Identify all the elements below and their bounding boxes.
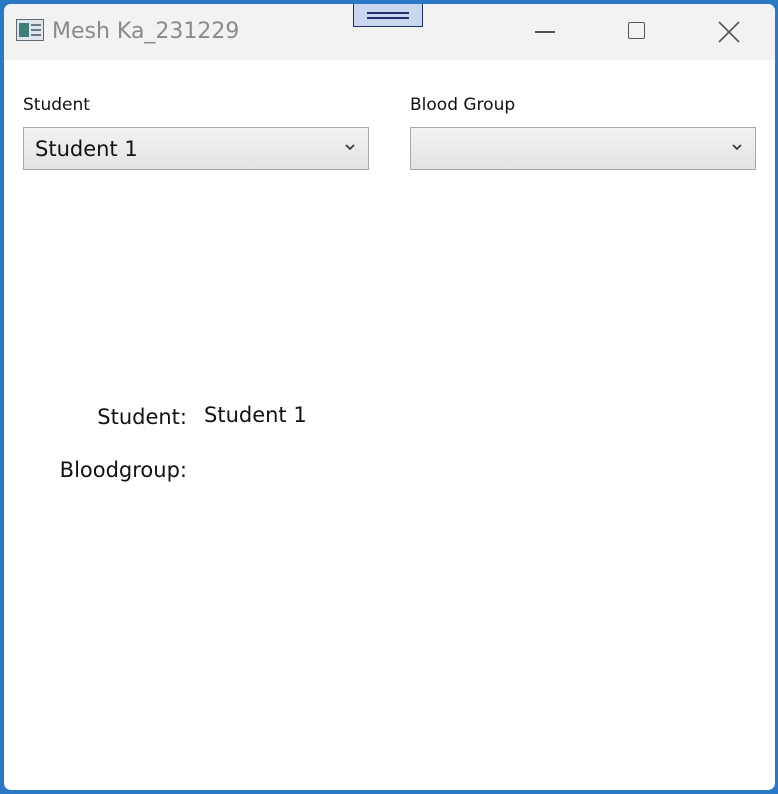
bloodgroup-combobox[interactable] xyxy=(410,127,756,170)
chevron-down-icon xyxy=(732,144,742,151)
student-combobox-value: Student 1 xyxy=(35,137,138,161)
drag-handle-icon[interactable] xyxy=(353,4,423,27)
summary-student-label: Student: xyxy=(97,405,187,429)
minimize-button[interactable] xyxy=(499,4,591,60)
summary-student-value: Student 1 xyxy=(204,403,307,427)
chevron-down-icon xyxy=(345,144,355,151)
title-bar[interactable]: Mesh Ka_231229 xyxy=(4,4,775,60)
student-field-label: Student xyxy=(23,95,90,115)
maximize-icon xyxy=(628,22,645,39)
bloodgroup-field-label: Blood Group xyxy=(410,95,516,115)
app-icon xyxy=(16,19,44,41)
maximize-button[interactable] xyxy=(591,4,683,60)
window-title: Mesh Ka_231229 xyxy=(52,19,240,44)
app-window: Mesh Ka_231229 Student Student 1 Blood G… xyxy=(4,4,775,790)
minimize-icon xyxy=(535,31,555,33)
summary-bloodgroup-label: Bloodgroup: xyxy=(59,458,187,482)
close-icon xyxy=(718,21,740,43)
student-combobox[interactable]: Student 1 xyxy=(23,127,369,170)
close-button[interactable] xyxy=(683,4,775,60)
